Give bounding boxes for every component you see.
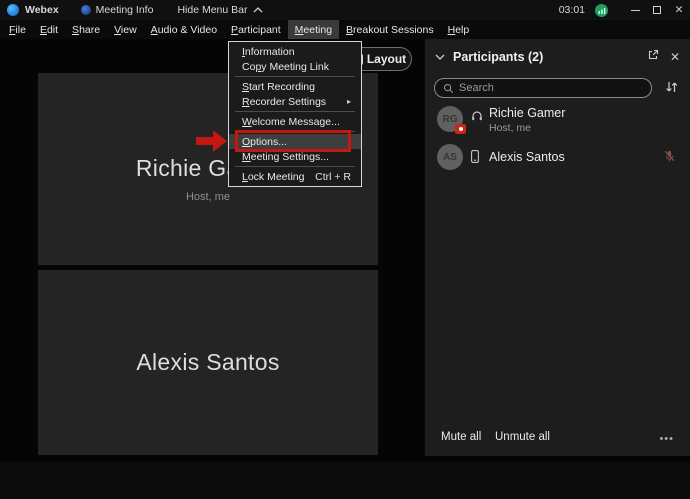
participants-panel-header: Participants (2) ✕ (425, 47, 690, 67)
headset-icon (471, 110, 483, 122)
participant-name: Richie Gamer (489, 106, 566, 120)
menu-item-copy-meeting-link[interactable]: Copy Meeting Link (229, 59, 361, 74)
muted-mic-icon (663, 149, 676, 168)
shortcut-label: Ctrl + R (315, 170, 351, 183)
menu-audio-video[interactable]: Audio & Video (144, 20, 224, 39)
participant-row[interactable]: RG Richie Gamer Host, me (425, 103, 690, 141)
recording-badge-icon (455, 124, 466, 134)
tile-participant-name: Alexis Santos (136, 349, 280, 375)
hide-menu-bar-label: Hide Menu Bar (177, 4, 248, 16)
panel-more-options-icon[interactable]: ••• (659, 433, 674, 445)
menu-item-start-recording[interactable]: Start Recording (229, 79, 361, 94)
meeting-info-button[interactable]: Meeting Info (80, 4, 154, 16)
annotation-highlight-box (235, 130, 351, 152)
participants-panel-title: Participants (2) (453, 50, 544, 64)
close-panel-icon[interactable]: ✕ (670, 50, 680, 64)
menu-view[interactable]: View (107, 20, 144, 39)
menu-item-information[interactable]: Information (229, 44, 361, 59)
call-controls-toolbar: ▾ ▾ ✕ (0, 462, 690, 499)
maximize-icon (653, 6, 661, 14)
annotation-arrow-icon (196, 137, 213, 145)
menu-item-lock-meeting[interactable]: Lock Meeting Ctrl + R (229, 169, 361, 184)
menu-breakout-sessions[interactable]: Breakout Sessions (339, 20, 441, 39)
mobile-phone-icon (471, 150, 479, 163)
meeting-info-label: Meeting Info (95, 4, 154, 16)
video-tile-alexis: Alexis Santos (38, 270, 378, 455)
menu-meeting[interactable]: Meeting (287, 20, 340, 39)
minimize-button[interactable] (624, 0, 646, 20)
menu-participant[interactable]: Participant (224, 20, 288, 39)
menu-edit[interactable]: Edit (33, 20, 65, 39)
participants-panel-footer: Mute all Unmute all ••• (425, 431, 690, 453)
search-icon (443, 83, 454, 93)
collapse-chevron-icon[interactable] (435, 54, 445, 60)
popout-panel-icon[interactable] (647, 48, 659, 66)
menu-item-welcome-message[interactable]: Welcome Message... (229, 114, 361, 129)
participants-panel: Participants (2) ✕ RG Richie Ga (425, 39, 690, 456)
app-name: Webex (25, 4, 59, 16)
menu-share[interactable]: Share (65, 20, 107, 39)
close-icon: ✕ (674, 4, 684, 16)
mute-all-button[interactable]: Mute all (441, 431, 481, 443)
webex-meeting-window: Webex Meeting Info Hide Menu Bar 03:01 ✕… (0, 0, 690, 499)
participant-name: Alexis Santos (489, 150, 565, 164)
maximize-button[interactable] (646, 0, 668, 20)
participant-search[interactable] (434, 78, 652, 98)
menu-item-recorder-settings[interactable]: Recorder Settings ▸ (229, 94, 361, 109)
annotation-arrow-head-icon (213, 130, 227, 152)
audio-connected-icon (595, 3, 608, 17)
hide-menu-bar-button[interactable]: Hide Menu Bar (177, 4, 262, 16)
layout-button-label: Layout (366, 52, 407, 66)
webex-logo-icon (7, 4, 19, 16)
close-button[interactable]: ✕ (668, 0, 690, 20)
participant-row[interactable]: AS Alexis Santos (425, 142, 690, 172)
menu-help[interactable]: Help (441, 20, 477, 39)
avatar: AS (437, 144, 463, 170)
tile-participant-role: Host, me (185, 191, 230, 203)
minimize-icon (630, 9, 640, 11)
participant-role: Host, me (489, 122, 532, 134)
submenu-arrow-icon: ▸ (346, 97, 351, 106)
menubar: File Edit Share View Audio & Video Parti… (0, 20, 690, 39)
meeting-dropdown-menu: Information Copy Meeting Link Start Reco… (228, 41, 362, 187)
meeting-info-icon (80, 5, 91, 15)
chevron-up-icon (253, 7, 262, 13)
menu-file[interactable]: File (2, 20, 33, 39)
clock: 03:01 (558, 4, 585, 16)
avatar: RG (437, 106, 466, 134)
titlebar: Webex Meeting Info Hide Menu Bar 03:01 ✕ (0, 0, 690, 20)
search-input[interactable] (459, 82, 643, 94)
unmute-all-button[interactable]: Unmute all (495, 431, 550, 443)
sort-participants-icon[interactable] (665, 80, 678, 99)
